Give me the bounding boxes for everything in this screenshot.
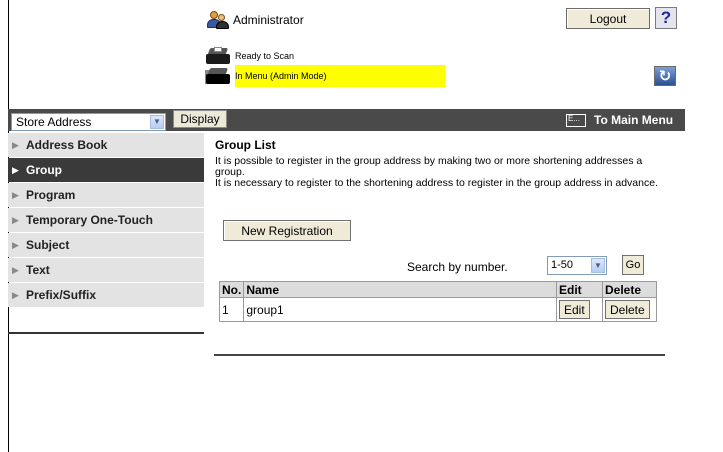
printer-ready-icon <box>205 47 231 65</box>
sidebar-item-temporary-one-touch[interactable]: ▶ Temporary One-Touch <box>8 208 204 232</box>
refresh-button[interactable]: ↻ <box>654 66 676 86</box>
triangle-right-icon: ▶ <box>12 239 19 250</box>
administrator-icon <box>207 10 229 30</box>
status-ready-text: Ready to Scan <box>235 51 295 61</box>
triangle-right-icon: ▶ <box>12 264 19 275</box>
sidebar-item-label: Subject <box>26 238 70 252</box>
scan-status: Ready to Scan <box>205 47 294 65</box>
row-name: group1 <box>243 297 557 322</box>
store-select-value: Store Address <box>16 115 92 129</box>
sidebar-item-label: Address Book <box>26 138 108 152</box>
main-menu-link[interactable]: To Main Menu <box>566 112 673 128</box>
header-name: Name <box>243 281 557 298</box>
range-select[interactable]: 1-50 ▼ <box>547 256 607 275</box>
sidebar: ▶ Address Book ▶ Group ▶ Program ▶ Tempo… <box>8 133 204 334</box>
logout-button[interactable]: Logout <box>566 8 650 29</box>
table-header-row: No. Name Edit Delete <box>218 281 657 298</box>
refresh-icon: ↻ <box>658 68 672 85</box>
description-line-1: It is possible to register in the group … <box>215 155 643 178</box>
triangle-right-icon: ▶ <box>12 214 19 225</box>
chevron-down-icon: ▼ <box>591 258 605 273</box>
printer-busy-icon <box>205 67 231 85</box>
row-no: 1 <box>218 297 245 322</box>
sidebar-divider <box>8 332 204 334</box>
sidebar-item-label: Group <box>26 163 62 177</box>
table-row: 1 group1 Edit Delete <box>218 297 657 322</box>
sidebar-item-label: Temporary One-Touch <box>26 213 153 227</box>
sidebar-item-address-book[interactable]: ▶ Address Book <box>8 133 204 157</box>
range-select-value: 1-50 <box>551 259 574 271</box>
page-title: Group List <box>215 138 276 152</box>
group-table: No. Name Edit Delete 1 group1 Edit Delet… <box>218 281 657 322</box>
new-registration-button[interactable]: New Registration <box>223 220 351 241</box>
main-menu-icon <box>566 113 586 127</box>
triangle-right-icon: ▶ <box>12 289 19 300</box>
delete-button[interactable]: Delete <box>605 300 650 319</box>
sidebar-item-program[interactable]: ▶ Program <box>8 183 204 207</box>
edit-button[interactable]: Edit <box>559 300 590 319</box>
status-mode-text: In Menu (Admin Mode) <box>235 71 327 81</box>
user-label: Administrator <box>233 13 304 27</box>
main-menu-label: To Main Menu <box>594 113 674 127</box>
sidebar-item-label: Program <box>26 188 76 202</box>
triangle-right-icon: ▶ <box>12 189 19 200</box>
store-address-select[interactable]: Store Address ▼ <box>11 113 166 131</box>
sidebar-item-prefix-suffix[interactable]: ▶ Prefix/Suffix <box>8 283 204 307</box>
sidebar-item-label: Text <box>26 263 50 277</box>
go-button[interactable]: Go <box>622 255 644 275</box>
user-info: Administrator <box>207 9 304 31</box>
sidebar-item-text[interactable]: ▶ Text <box>8 258 204 282</box>
description: It is possible to register in the group … <box>215 156 665 189</box>
chevron-down-icon: ▼ <box>150 115 164 129</box>
sidebar-item-subject[interactable]: ▶ Subject <box>8 233 204 257</box>
mode-highlight: In Menu (Admin Mode) <box>235 65 445 87</box>
triangle-right-icon: ▶ <box>12 139 19 150</box>
header-edit: Edit <box>556 281 603 298</box>
content-divider <box>214 354 665 356</box>
description-line-2: It is necessary to register to the short… <box>215 177 658 189</box>
mode-status: In Menu (Admin Mode) <box>205 65 445 87</box>
header-delete: Delete <box>602 281 657 298</box>
search-label: Search by number. <box>407 260 508 274</box>
header-no: No. <box>218 281 245 298</box>
sidebar-item-label: Prefix/Suffix <box>26 288 97 302</box>
display-button[interactable]: Display <box>173 110 227 128</box>
help-button[interactable]: ? <box>655 7 677 29</box>
sidebar-item-group[interactable]: ▶ Group <box>8 158 204 182</box>
triangle-right-icon: ▶ <box>12 164 19 175</box>
